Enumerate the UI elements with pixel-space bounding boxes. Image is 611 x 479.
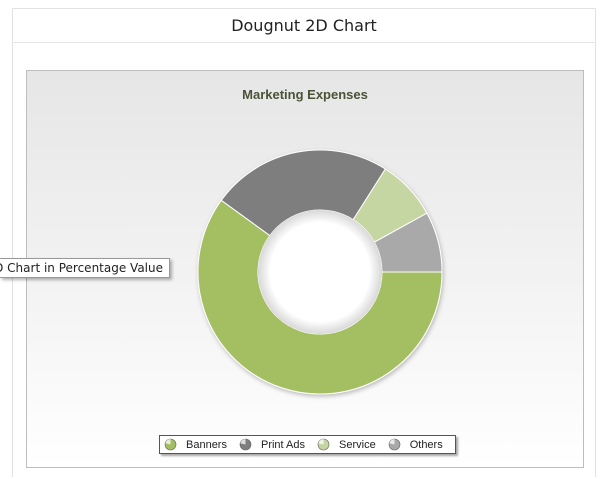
chart-panel: Dougnut 2D Chart Marketing Expenses Bann… <box>12 8 596 477</box>
legend-item-others[interactable]: Others <box>388 438 443 451</box>
page: Dougnut 2D Chart Marketing Expenses Bann… <box>0 0 611 479</box>
legend-item-print-ads[interactable]: Print Ads <box>239 438 305 451</box>
panel-title: Dougnut 2D Chart <box>13 9 595 43</box>
legend-label: Banners <box>186 438 227 451</box>
pie-slice-icon <box>388 438 401 451</box>
doughnut-hole <box>258 210 382 334</box>
legend-item-banners[interactable]: Banners <box>164 438 227 451</box>
tooltip: D Chart in Percentage Value <box>0 258 170 278</box>
pie-slice-icon <box>239 438 252 451</box>
legend-label: Print Ads <box>260 438 306 451</box>
chart-legend: Banners Print Ads Service Others <box>159 435 456 454</box>
legend-item-service[interactable]: Service <box>317 438 376 451</box>
legend-label: Service <box>339 438 376 451</box>
pie-slice-icon <box>164 438 177 451</box>
pie-slice-icon <box>317 438 330 451</box>
tooltip-text: D Chart in Percentage Value <box>0 261 163 275</box>
legend-label: Others <box>409 438 443 451</box>
